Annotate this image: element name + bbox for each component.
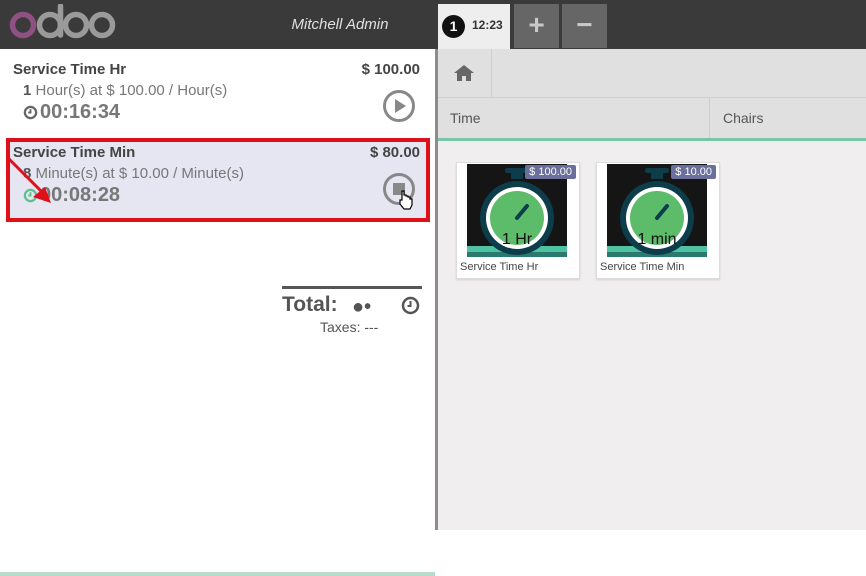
odoo-logo	[9, 4, 116, 39]
order-line-timer: 00:16:34	[23, 101, 120, 124]
order-line-price: $ 80.00	[369, 144, 420, 161]
total-value: ●•	[352, 296, 372, 318]
total-label: Total:	[282, 293, 338, 316]
home-button[interactable]	[438, 49, 492, 98]
product-panel: Time Chairs 1 Hr $ 100.00 Service Time H…	[438, 49, 866, 530]
order-number-badge: 1	[442, 15, 465, 38]
remove-order-button[interactable]: −	[562, 4, 607, 48]
order-tab[interactable]: 1 12:23	[438, 4, 510, 49]
product-image-text: 1 min	[637, 231, 676, 248]
breadcrumb-bar	[438, 49, 866, 98]
total-divider	[282, 286, 422, 289]
order-line[interactable]: Service Time Hr $ 100.00 1 Hour(s) at $ …	[6, 55, 430, 139]
order-line-price: $ 100.00	[361, 61, 420, 78]
product-card[interactable]: 1 min $ 10.00 Service Time Min	[596, 162, 720, 279]
order-line-qty: 1 Hour(s) at $ 100.00 / Hour(s)	[23, 82, 227, 99]
product-name: Service Time Min	[600, 261, 685, 273]
left-bottom-bar	[0, 572, 435, 576]
order-line-qty-number: 1	[23, 82, 32, 99]
annotation-arrow	[7, 157, 51, 203]
order-time: 12:23	[472, 18, 503, 32]
clock-icon	[401, 296, 420, 315]
order-line-unit: Hour(s) at $ 100.00 / Hour(s)	[35, 82, 228, 99]
category-bar: Time Chairs	[438, 98, 866, 141]
play-icon[interactable]	[382, 89, 416, 123]
order-line-selected[interactable]: Service Time Min $ 80.00 8 Minute(s) at …	[6, 138, 430, 222]
top-bar: Mitchell Admin 1 12:23 + −	[0, 0, 866, 49]
price-tag: $ 10.00	[671, 165, 716, 179]
category-chairs[interactable]: Chairs	[711, 98, 866, 138]
order-panel: Service Time Hr $ 100.00 1 Hour(s) at $ …	[0, 49, 435, 576]
hand-cursor-icon	[399, 190, 413, 210]
product-card[interactable]: 1 Hr $ 100.00 Service Time Hr	[456, 162, 580, 279]
clock-icon	[23, 105, 38, 120]
price-tag: $ 100.00	[525, 165, 576, 179]
category-time[interactable]: Time	[438, 98, 710, 138]
product-name: Service Time Hr	[460, 261, 539, 273]
taxes-label: Taxes: ---	[320, 319, 379, 335]
order-line-name: Service Time Hr	[13, 61, 127, 78]
order-line-unit: Minute(s) at $ 10.00 / Minute(s)	[35, 165, 244, 182]
user-name[interactable]: Mitchell Admin	[250, 16, 430, 33]
product-image-text: 1 Hr	[502, 231, 533, 248]
add-order-button[interactable]: +	[514, 4, 559, 48]
elapsed-time: 00:16:34	[40, 101, 121, 123]
home-icon	[454, 65, 474, 81]
